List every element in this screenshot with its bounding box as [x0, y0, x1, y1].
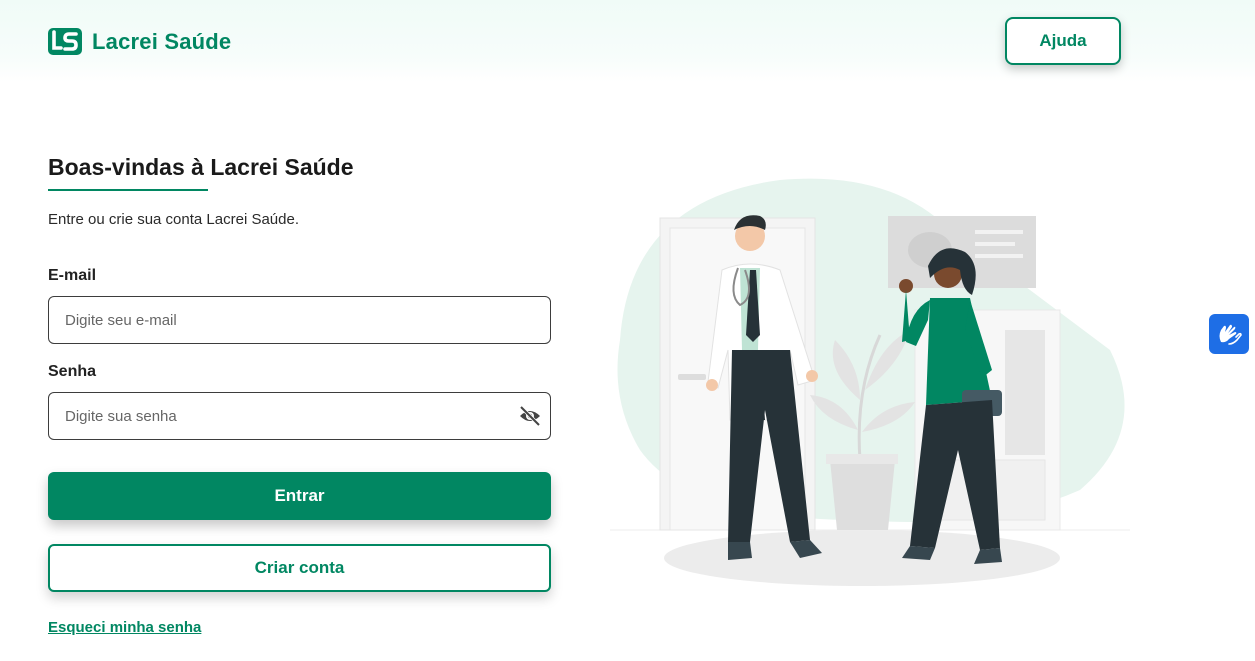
- password-field[interactable]: [48, 392, 551, 440]
- email-label: E-mail: [48, 267, 97, 284]
- help-button[interactable]: Ajuda: [1005, 17, 1121, 65]
- top-header: Lacrei Saúde Ajuda: [0, 0, 1255, 82]
- page-title: Boas-vindas à Lacrei Saúde: [48, 154, 354, 180]
- sign-language-hands-icon: [1219, 324, 1242, 345]
- eye-off-icon[interactable]: [518, 405, 542, 427]
- page-subtitle: Entre ou crie sua conta Lacrei Saúde.: [48, 211, 299, 228]
- login-button[interactable]: Entrar: [48, 472, 551, 520]
- brand-name: Lacrei Saúde: [92, 28, 232, 54]
- password-label: Senha: [48, 363, 97, 380]
- doctor-patient-illustration: [610, 178, 1130, 586]
- email-field[interactable]: [48, 296, 551, 344]
- accessibility-sign-language-button[interactable]: [1209, 314, 1249, 354]
- lacrei-logo-icon: [48, 28, 82, 55]
- create-account-button[interactable]: Criar conta: [48, 544, 551, 592]
- forgot-password-link[interactable]: Esqueci minha senha: [48, 619, 201, 636]
- title-underline: [48, 189, 208, 191]
- brand-logo[interactable]: Lacrei Saúde: [48, 28, 231, 55]
